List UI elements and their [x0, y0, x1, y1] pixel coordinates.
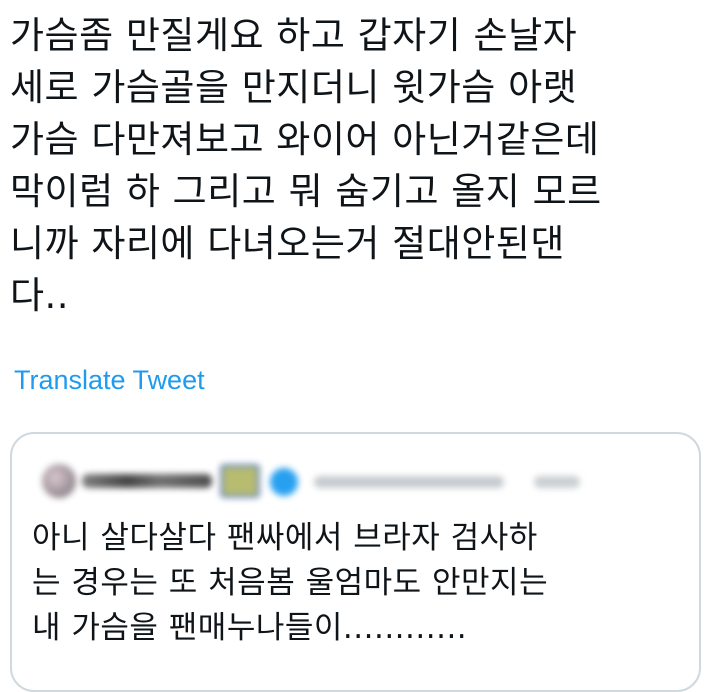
quoted-tweet-card[interactable]: 아니 살다살다 팬싸에서 브라자 검사하 는 경우는 또 처음봄 울엄마도 안만…	[10, 432, 701, 692]
quoted-tweet-text-line: 는 경우는 또 처음봄 울엄마도 안만지는	[32, 565, 549, 601]
verified-badge-icon	[270, 468, 298, 496]
author-name-blurred	[82, 474, 212, 488]
quoted-tweet-text-line: 아니 살다살다 팬싸에서 브라자 검사하	[32, 520, 538, 556]
translate-tweet-link[interactable]: Translate Tweet	[14, 365, 205, 396]
tweet-text-line: 다..	[10, 274, 70, 317]
quoted-tweet-text-line: 내 가슴을 팬매누나들이............	[32, 610, 468, 646]
avatar	[42, 464, 76, 498]
tweet-text-line: 막이럼 하 그리고 뭐 숨기고 올지 모르	[10, 170, 602, 213]
timestamp-blurred	[534, 476, 580, 488]
author-handle-blurred	[314, 476, 504, 488]
affiliate-badge-icon	[220, 464, 260, 498]
tweet-text-line: 세로 가슴골을 만지더니 윗가슴 아랫	[10, 66, 578, 109]
tweet-text-line: 가슴 다만져보고 와이어 아닌거같은데	[10, 118, 600, 161]
tweet-text-line: 가슴좀 만질게요 하고 갑자기 손날자	[10, 14, 578, 57]
tweet-text-line: 니까 자리에 다녀오는거 절대안된댄	[10, 222, 565, 265]
quoted-tweet-header-blurred	[42, 462, 642, 502]
quoted-tweet-text: 아니 살다살다 팬싸에서 브라자 검사하 는 경우는 또 처음봄 울엄마도 안만…	[32, 516, 692, 651]
tweet-text: 가슴좀 만질게요 하고 갑자기 손날자 세로 가슴골을 만지더니 윗가슴 아랫 …	[10, 10, 700, 322]
